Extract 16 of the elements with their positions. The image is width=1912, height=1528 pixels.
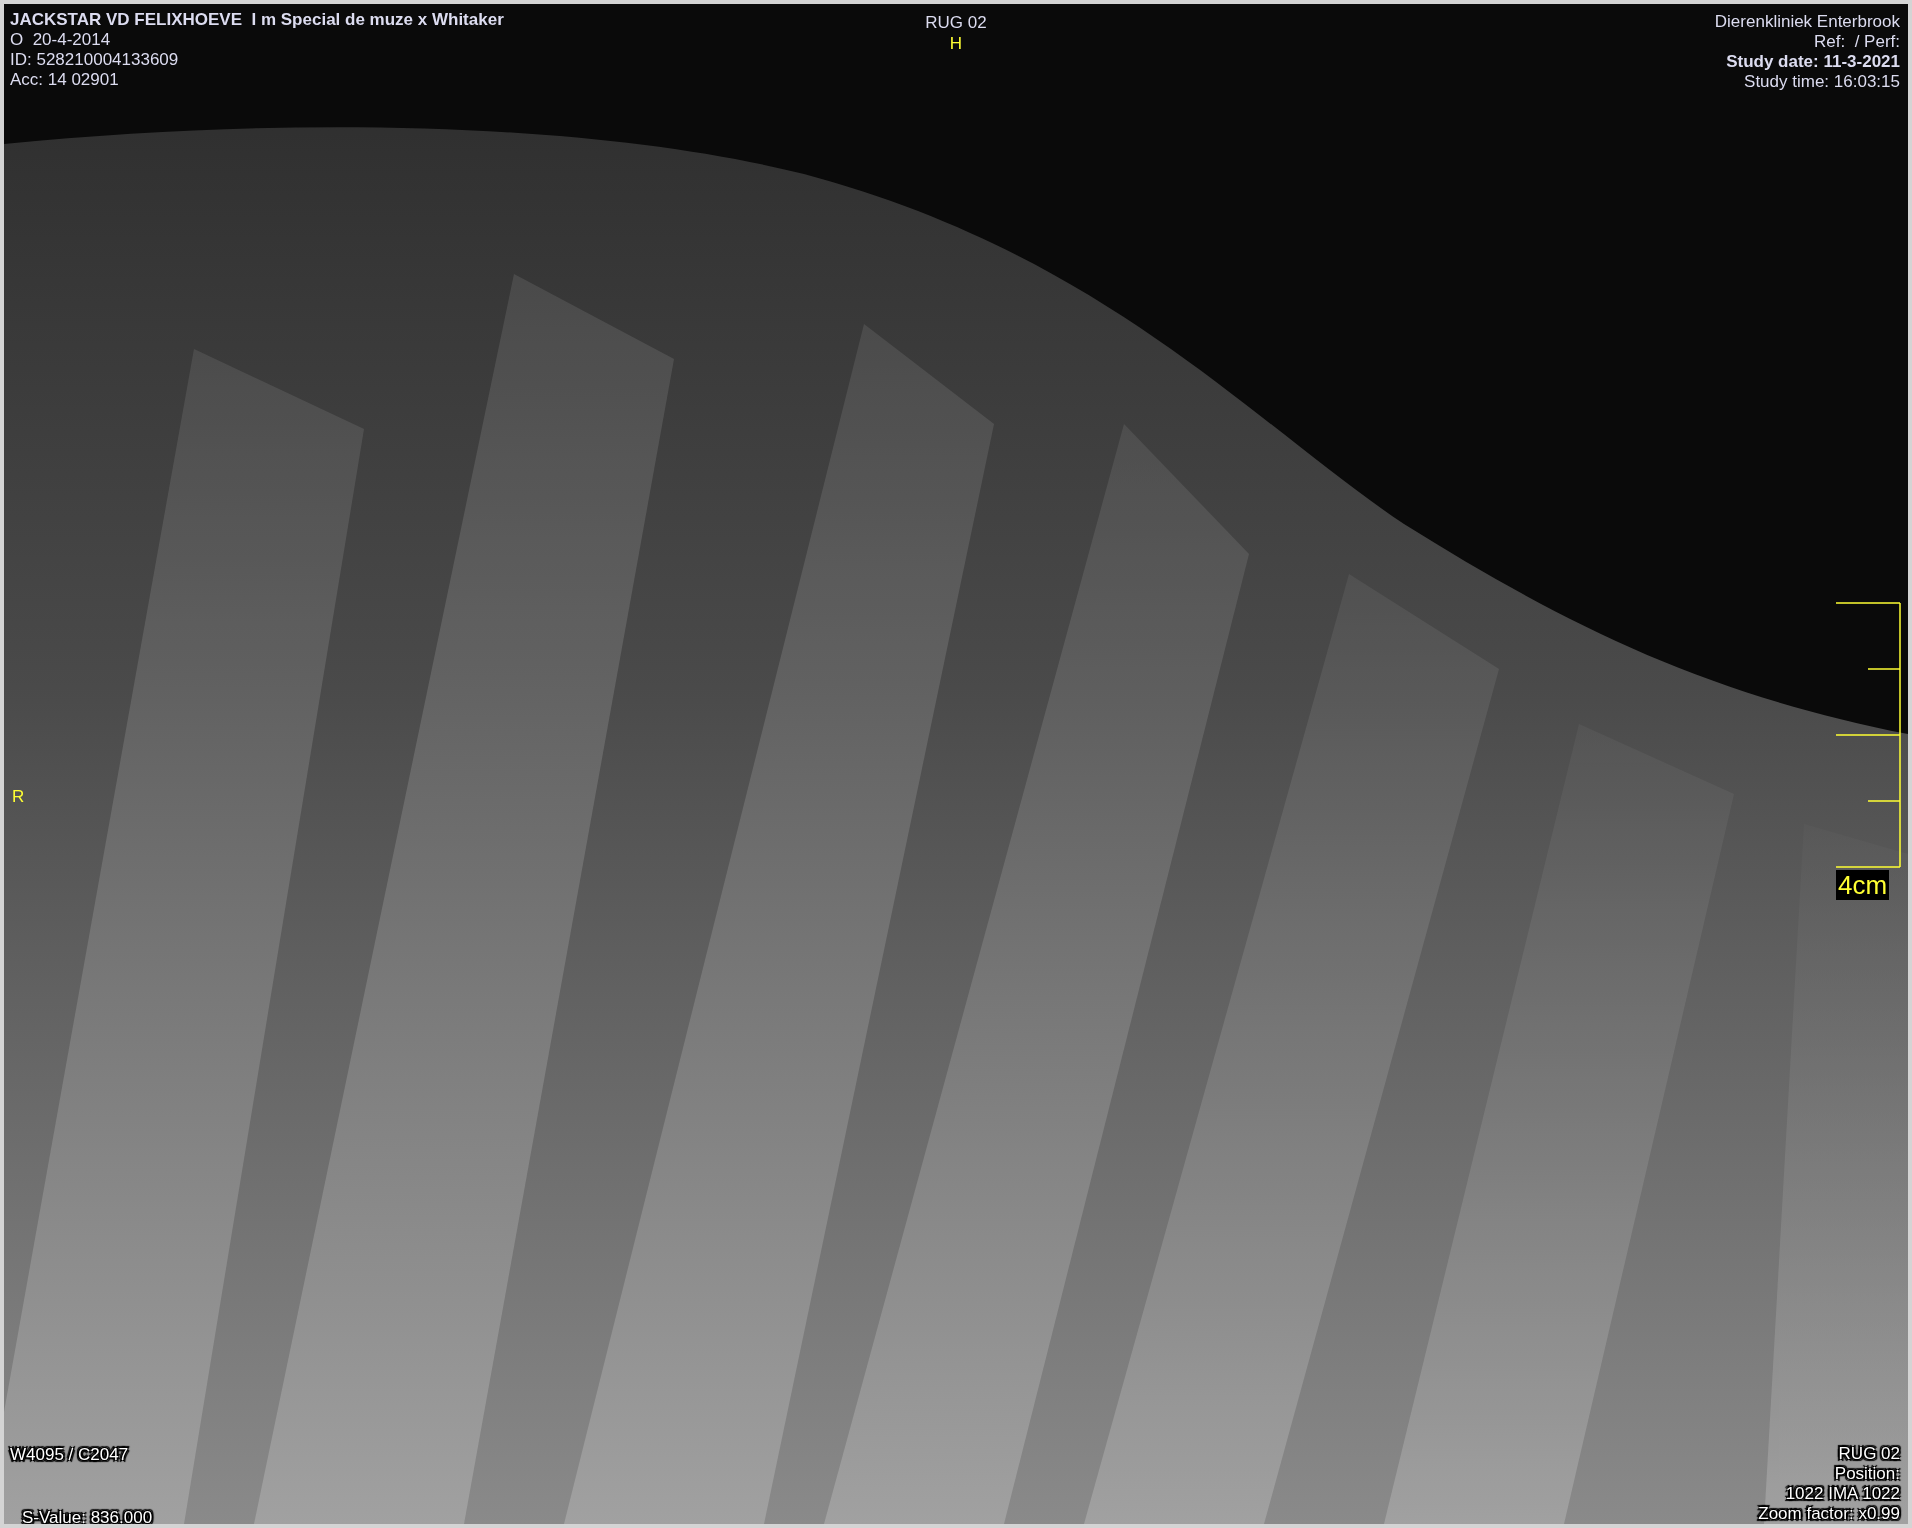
study-info-text: Study time: 16:03:15: [1744, 72, 1900, 92]
image-info-text: 1022 IMA 1022: [1785, 1484, 1900, 1504]
study-info-text: Ref: / Perf:: [1814, 32, 1900, 52]
image-info-text: RUG 02: [1838, 1444, 1900, 1464]
patient-info-text: JACKSTAR VD FELIXHOEVE I m Special de muze x Whitaker: [10, 10, 504, 30]
patient-info-text: ID: 528210004133609: [10, 50, 180, 70]
scale-label: 4cm: [1836, 870, 1890, 900]
study-info-text: Study date: 11-3-2021: [1726, 52, 1900, 72]
series-label: RUG 02: [925, 12, 987, 33]
window-level-text: W4095 / C2047: [10, 1444, 131, 1466]
orientation-marker: R: [12, 786, 25, 808]
patient-info-text: O 20-4-2014: [10, 30, 112, 50]
patient-info-text: Acc: 14 02901: [10, 70, 120, 90]
orientation-marker: H: [949, 33, 963, 54]
study-info-text: Dierenkliniek Enterbrook: [1714, 12, 1900, 32]
s-value-text: S-Value: 836.000: [22, 1506, 153, 1524]
